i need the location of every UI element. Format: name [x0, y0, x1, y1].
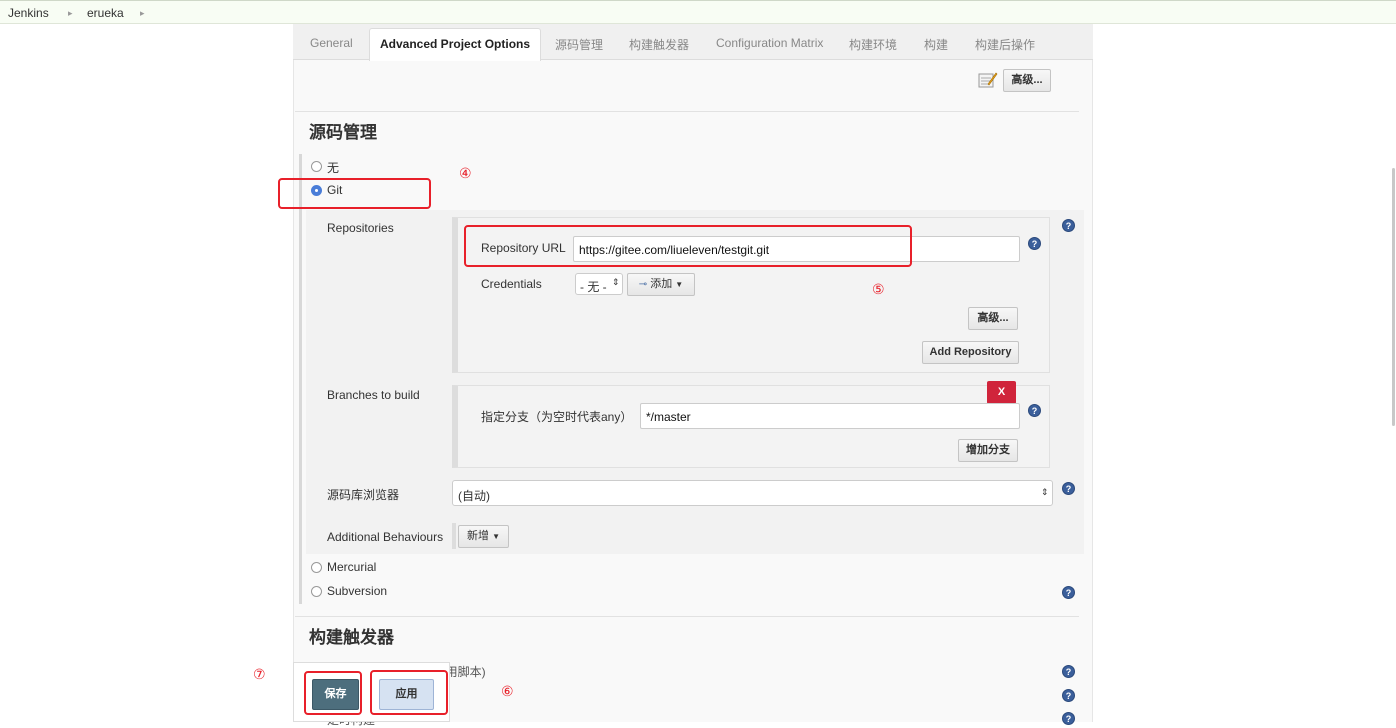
select-arrows-icon: ⇕ — [1041, 487, 1049, 497]
scm-mercurial-label: Mercurial — [327, 560, 377, 574]
scm-none-radio[interactable] — [311, 161, 322, 172]
scm-none-label: 无 — [327, 161, 340, 175]
help-icon[interactable]: ? — [1062, 219, 1075, 232]
tab-build-triggers[interactable]: 构建触发器 — [629, 36, 689, 53]
repository-browser-select[interactable]: (自动) ⇕ — [452, 480, 1053, 506]
help-icon[interactable]: ? — [1062, 482, 1075, 495]
add-credentials-button[interactable]: ⊸ 添加 ▼ — [627, 273, 695, 296]
help-icon[interactable]: ? — [1062, 712, 1075, 725]
divider — [295, 111, 1079, 112]
breadcrumb-jenkins[interactable]: Jenkins — [8, 6, 49, 20]
annotation-5: ⑤ — [872, 281, 885, 297]
select-arrows-icon: ⇕ — [612, 277, 620, 287]
repositories-label: Repositories — [327, 221, 394, 235]
tab-advanced-project-options[interactable]: Advanced Project Options — [369, 28, 542, 61]
scm-subversion-label: Subversion — [327, 584, 388, 598]
highlight-apply-button — [370, 670, 448, 715]
help-icon[interactable]: ? — [1028, 237, 1041, 250]
tab-configuration-matrix[interactable]: Configuration Matrix — [716, 36, 823, 50]
tab-scm[interactable]: 源码管理 — [555, 36, 603, 53]
add-branch-button[interactable]: 增加分支 — [958, 439, 1018, 462]
behaviours-indent-bar — [452, 523, 456, 549]
annotation-4: ④ — [459, 165, 472, 181]
chevron-down-icon: ▼ — [492, 532, 500, 541]
credentials-select[interactable]: - 无 - ⇕ — [575, 273, 623, 295]
scm-section-title: 源码管理 — [309, 123, 377, 142]
branch-specifier-input[interactable]: */master — [640, 403, 1020, 429]
breadcrumb-separator-icon: ▸ — [140, 8, 145, 18]
chevron-down-icon: ▼ — [675, 280, 684, 289]
divider — [295, 616, 1079, 617]
add-behaviour-label: 新增 — [467, 530, 489, 542]
scm-mercurial-radio[interactable] — [311, 562, 322, 573]
breadcrumb-separator-icon: ▸ — [68, 8, 73, 18]
repository-browser-label: 源码库浏览器 — [327, 488, 400, 502]
highlight-save-button — [304, 671, 362, 715]
highlight-git-option — [278, 178, 431, 209]
breadcrumb: Jenkins ▸ erueka ▸ — [0, 0, 1396, 24]
tab-build[interactable]: 构建 — [924, 36, 948, 53]
tab-post-build[interactable]: 构建后操作 — [975, 36, 1035, 53]
credentials-selected: - 无 - — [580, 280, 607, 294]
section-left-bar — [299, 154, 302, 604]
repository-advanced-button[interactable]: 高级... — [968, 307, 1018, 330]
advanced-button-top[interactable]: 高级... — [1003, 69, 1051, 92]
help-icon[interactable]: ? — [1062, 586, 1075, 599]
tab-build-environment[interactable]: 构建环境 — [849, 36, 897, 53]
scm-subversion-radio[interactable] — [311, 586, 322, 597]
delete-branch-button[interactable]: X — [987, 381, 1016, 404]
help-icon[interactable]: ? — [1028, 404, 1041, 417]
branches-label: Branches to build — [327, 388, 420, 402]
build-triggers-section-title: 构建触发器 — [309, 628, 394, 647]
additional-behaviours-label: Additional Behaviours — [327, 530, 444, 544]
tab-general[interactable]: General — [310, 36, 353, 50]
scrollbar[interactable] — [1392, 168, 1395, 426]
key-icon: ⊸ — [638, 279, 648, 290]
add-credentials-label: 添加 — [650, 278, 673, 290]
branch-specifier-label: 指定分支（为空时代表any） — [481, 410, 633, 424]
highlight-repository-url — [464, 225, 912, 267]
help-icon[interactable]: ? — [1062, 689, 1075, 702]
add-behaviour-button[interactable]: 新增 ▼ — [458, 525, 509, 548]
help-icon[interactable]: ? — [1062, 665, 1075, 678]
config-tab-bar: General Advanced Project Options 源码管理 构建… — [293, 24, 1093, 61]
repository-browser-selected: (自动) — [458, 489, 490, 503]
credentials-label: Credentials — [481, 277, 542, 291]
add-repository-button[interactable]: Add Repository — [922, 341, 1019, 364]
annotation-6: ⑥ — [501, 683, 514, 699]
annotation-7: ⑦ — [253, 666, 266, 682]
notepad-icon — [978, 71, 998, 89]
breadcrumb-erueka[interactable]: erueka — [87, 6, 124, 20]
